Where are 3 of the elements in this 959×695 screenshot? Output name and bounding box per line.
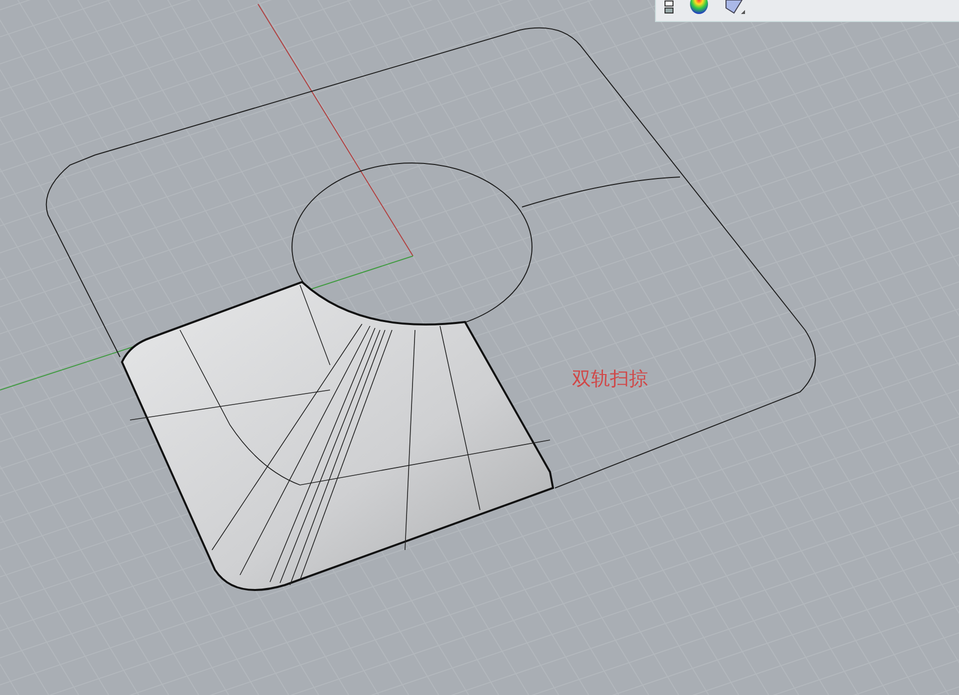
cube-icon[interactable] [724,0,746,16]
annotation-text: 双轨扫掠 [572,367,648,392]
window-icon[interactable] [664,0,674,14]
